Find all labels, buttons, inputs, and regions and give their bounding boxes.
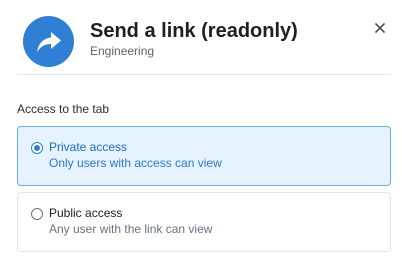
public-access-description: Any user with the link can view	[49, 222, 213, 236]
private-access-description: Only users with access can view	[49, 156, 222, 170]
header-divider	[17, 74, 391, 75]
public-access-radio[interactable]	[31, 208, 43, 220]
share-arrow-icon	[23, 16, 74, 67]
share-arrow-glyph	[36, 31, 61, 52]
dialog-header: Send a link (readonly) Engineering	[0, 0, 402, 75]
close-icon[interactable]	[371, 19, 389, 37]
private-access-option[interactable]: Private access Only users with access ca…	[17, 126, 391, 186]
close-glyph	[375, 23, 385, 33]
public-access-option[interactable]: Public access Any user with the link can…	[17, 192, 391, 252]
access-section-label: Access to the tab	[17, 102, 110, 116]
dialog-title: Send a link (readonly)	[90, 20, 298, 42]
dialog-subtitle: Engineering	[90, 44, 155, 58]
public-access-title: Public access	[49, 206, 123, 220]
send-link-dialog: Send a link (readonly) Engineering Acces…	[0, 0, 402, 264]
private-access-title: Private access	[49, 140, 128, 154]
private-access-radio[interactable]	[31, 142, 43, 154]
